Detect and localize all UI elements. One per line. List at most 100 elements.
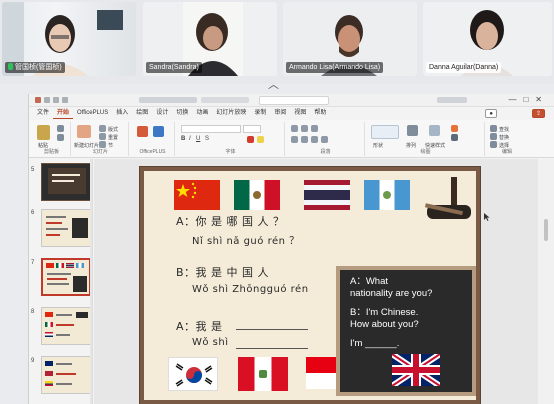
thumbnail-scrollbar[interactable] [90, 159, 92, 404]
window-controls[interactable]: —□✕ [508, 95, 549, 104]
callout-line: How about you? [350, 319, 419, 330]
tab-file[interactable]: 文件 [33, 108, 53, 119]
thumbnail-number: 7 [31, 260, 35, 266]
thumbnail-text [46, 234, 60, 236]
numbering-icon[interactable] [301, 125, 308, 132]
thumbnail-number: 8 [31, 309, 35, 315]
mexico-flag [234, 180, 280, 210]
korea-taegeuk-icon [175, 363, 213, 387]
template-icon[interactable] [153, 126, 164, 137]
callout-line: B：I'm Chinese. [350, 307, 419, 318]
thumbnail-text [56, 363, 72, 365]
slide-thumbnails-pane: 5 6 7 8 9 [29, 159, 93, 404]
tab-officeplus[interactable]: OfficePLUS [73, 108, 112, 119]
replace-icon[interactable] [490, 133, 497, 140]
tab-transitions[interactable]: 切换 [172, 108, 192, 119]
tab-help[interactable]: 帮助 [310, 108, 330, 119]
font-family-select[interactable] [181, 125, 241, 133]
editor-scrollbar[interactable] [538, 159, 554, 404]
underline-icon[interactable]: U [196, 136, 200, 142]
tab-record[interactable]: 录制 [250, 108, 270, 119]
indent-icon[interactable] [311, 125, 318, 132]
participant-name: 管国桢(管国桢) [15, 64, 62, 71]
participant-tile[interactable]: Sandra(Sandra) [143, 2, 277, 76]
meeting-window: 管国桢(管国桢) Sandra(Sandra) Armando Lisa(Arm… [0, 0, 554, 404]
redo-icon[interactable] [62, 97, 68, 103]
tab-design[interactable]: 设计 [152, 108, 172, 119]
tab-slideshow[interactable]: 幻灯片放映 [212, 108, 250, 119]
south-korea-flag [168, 357, 218, 391]
quick-styles-icon[interactable] [429, 125, 440, 136]
tab-draw[interactable]: 绘图 [132, 108, 152, 119]
participant-tile[interactable]: 管国桢(管国桢) [2, 2, 136, 76]
slide-thumbnail[interactable] [41, 209, 91, 247]
share-button[interactable]: ⇪ [531, 109, 545, 118]
mouse-pointer-icon [484, 213, 490, 221]
thumbnail-text [47, 278, 67, 280]
bullets-icon[interactable] [291, 125, 298, 132]
slide-thumbnail[interactable] [41, 163, 91, 201]
document-title [139, 97, 197, 103]
slide-thumbnail-selected[interactable] [41, 258, 91, 296]
bold-icon[interactable]: B [181, 136, 185, 142]
font-size-select[interactable] [243, 125, 261, 133]
italic-icon[interactable]: I [189, 136, 191, 142]
callout-line: A：What [350, 276, 389, 287]
thumbnail-number: 5 [31, 167, 35, 173]
officeplus-icon[interactable] [137, 126, 148, 137]
peru-flag [238, 357, 288, 391]
participant-tile[interactable]: Armando Lisa(Armando Lisa) [283, 2, 417, 76]
shape-fill-icon[interactable] [451, 125, 458, 132]
tab-insert[interactable]: 插入 [112, 108, 132, 119]
copy-icon[interactable] [57, 134, 64, 141]
group-clipboard: 粘贴 剪贴板 [33, 122, 71, 156]
align-center-icon[interactable] [301, 136, 308, 143]
save-icon[interactable] [44, 97, 50, 103]
participant-tile[interactable]: Danna Aguilar(Danna) [423, 2, 552, 76]
save-status [201, 97, 249, 103]
quick-access-toolbar[interactable] [35, 97, 81, 104]
select-icon[interactable] [490, 141, 497, 148]
shapes-gallery-icon[interactable] [371, 125, 399, 139]
thumbnail-number: 6 [31, 210, 35, 216]
mexico-emblem-icon [253, 191, 261, 199]
group-font: B I U S 字体 [177, 122, 285, 156]
layout-icon[interactable] [99, 125, 106, 132]
collapse-strip-chevron-icon[interactable]: ︿ [268, 80, 279, 91]
search-box[interactable] [259, 96, 329, 105]
dialogue-line-3: A：我 是 [176, 320, 223, 333]
undo-icon[interactable] [53, 97, 59, 103]
cut-icon[interactable] [57, 125, 64, 132]
peru-emblem-icon [259, 370, 267, 378]
account-name[interactable] [437, 97, 467, 103]
arrange-icon[interactable] [407, 125, 418, 136]
thumbnail-text [46, 222, 62, 224]
tab-view[interactable]: 视图 [290, 108, 310, 119]
font-color-icon[interactable] [247, 136, 254, 143]
justify-icon[interactable] [321, 136, 328, 143]
thailand-flag [304, 180, 350, 210]
section-icon[interactable] [99, 141, 106, 148]
tab-review[interactable]: 审阅 [270, 108, 290, 119]
align-left-icon[interactable] [291, 136, 298, 143]
thumbnail-text [47, 283, 69, 285]
reset-icon[interactable] [99, 133, 106, 140]
participant-name-tag: Sandra(Sandra) [146, 62, 202, 73]
paste-icon[interactable] [37, 125, 50, 140]
record-button[interactable]: ● [485, 109, 497, 118]
new-slide-icon[interactable] [77, 125, 91, 138]
find-icon[interactable] [490, 125, 497, 132]
highlight-icon[interactable] [257, 136, 264, 143]
ribbon-tabs: 文件 开始 OfficePLUS 插入 绘图 设计 切换 动画 幻灯片放映 录制… [29, 108, 554, 119]
strikethrough-icon[interactable]: S [205, 136, 209, 142]
shape-outline-icon[interactable] [451, 134, 458, 141]
pinyin-line-2: Wǒ shì Zhōngguó rén [192, 284, 309, 295]
slide-thumbnail[interactable] [41, 307, 91, 345]
tab-home[interactable]: 开始 [53, 108, 74, 119]
slide-thumbnail[interactable] [41, 356, 91, 394]
tab-animations[interactable]: 动画 [192, 108, 212, 119]
align-right-icon[interactable] [311, 136, 318, 143]
scroll-thumb[interactable] [544, 219, 548, 241]
participant-name-tag: 管国桢(管国桢) [5, 62, 65, 73]
callout-line: nationality are you? [350, 288, 433, 299]
